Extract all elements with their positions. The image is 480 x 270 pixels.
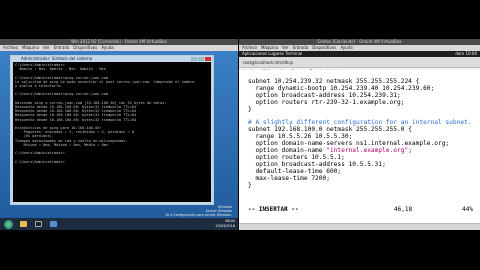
minimize-icon[interactable] (191, 57, 197, 61)
windows-vm-window: Win 2012 R2 [Corriendo] - Oracle VM Virt… (0, 39, 238, 230)
menu-item[interactable]: Ayuda (340, 45, 352, 50)
menu-item[interactable]: Dispositivos (73, 45, 97, 50)
gnome-clock[interactable]: dom 10:00 (455, 51, 477, 57)
vim-mode: -- INSERTAR -- (248, 206, 299, 213)
menu-item[interactable]: Ayuda (101, 45, 113, 50)
terminal-icon (35, 221, 42, 227)
terminal-window-title: root@localhost:/etc/dhcp (239, 57, 480, 68)
command-prompt-title-text: Administrador: Símbolo del sistema (21, 56, 93, 61)
taskbar-explorer[interactable] (17, 219, 30, 229)
maximize-icon[interactable] (198, 57, 204, 61)
centos-vm-window: Centos [Corriendo] - Oracle VM VirtualBo… (239, 39, 480, 230)
cursor-position: 46,18 (394, 206, 413, 213)
menu-item[interactable]: Entrada (54, 45, 70, 50)
windows-logo-icon (4, 219, 13, 229)
tray-date: 25/03/2016 (215, 224, 235, 228)
code-line: option routers rtr-239-32-1.example.org; (248, 98, 405, 106)
code-line: } (248, 181, 252, 189)
command-prompt-window[interactable]: Administrador: Símbolo del sistema C:\Us… (10, 55, 214, 205)
scroll-percent: 44% (462, 206, 473, 213)
code-line: max-lease-time 7200; (248, 174, 330, 182)
menu-item[interactable]: Entrada (293, 45, 309, 50)
gnome-top-bar: Aplicaciones Lugares Terminal dom 10:00 (239, 51, 480, 57)
menu-item[interactable]: Dispositivos (312, 45, 336, 50)
cmd-line: C:\Users\Administrador> (15, 159, 65, 164)
windows-taskbar: 08:00 25/03/2016 (0, 218, 238, 230)
menu-item[interactable]: Máquina (261, 45, 278, 50)
activate-windows-watermark: Windows Activar Windows Ve a Configuraci… (165, 205, 232, 217)
taskbar-terminal[interactable] (32, 219, 45, 229)
activate-line: Ve a Configuración para activar Windows. (165, 213, 232, 217)
system-tray[interactable]: 08:00 25/03/2016 (215, 219, 235, 229)
code-line: } (248, 105, 252, 113)
command-prompt-output[interactable]: C:\Users\Administrador> Ámbito : Nss. Ám… (13, 62, 211, 202)
taskbar-manager[interactable] (47, 219, 60, 229)
windows-desktop: Administrador: Símbolo del sistema C:\Us… (0, 51, 238, 218)
menu-item[interactable]: Archivo (242, 45, 257, 50)
vim-status-line: -- INSERTAR -- 46,18 44% (248, 206, 476, 213)
folder-icon (20, 221, 27, 227)
menu-item[interactable]: Máquina (22, 45, 39, 50)
menu-item[interactable]: Ver (43, 45, 50, 50)
window-controls (191, 57, 211, 61)
close-icon[interactable] (205, 57, 211, 61)
server-manager-icon (50, 221, 57, 227)
gnome-menu[interactable]: Aplicaciones Lugares Terminal (242, 51, 302, 56)
menu-item[interactable]: Ver (282, 45, 289, 50)
start-button[interactable] (2, 219, 15, 229)
vm-status-bar (239, 223, 480, 230)
menu-item[interactable]: Archivo (3, 45, 18, 50)
